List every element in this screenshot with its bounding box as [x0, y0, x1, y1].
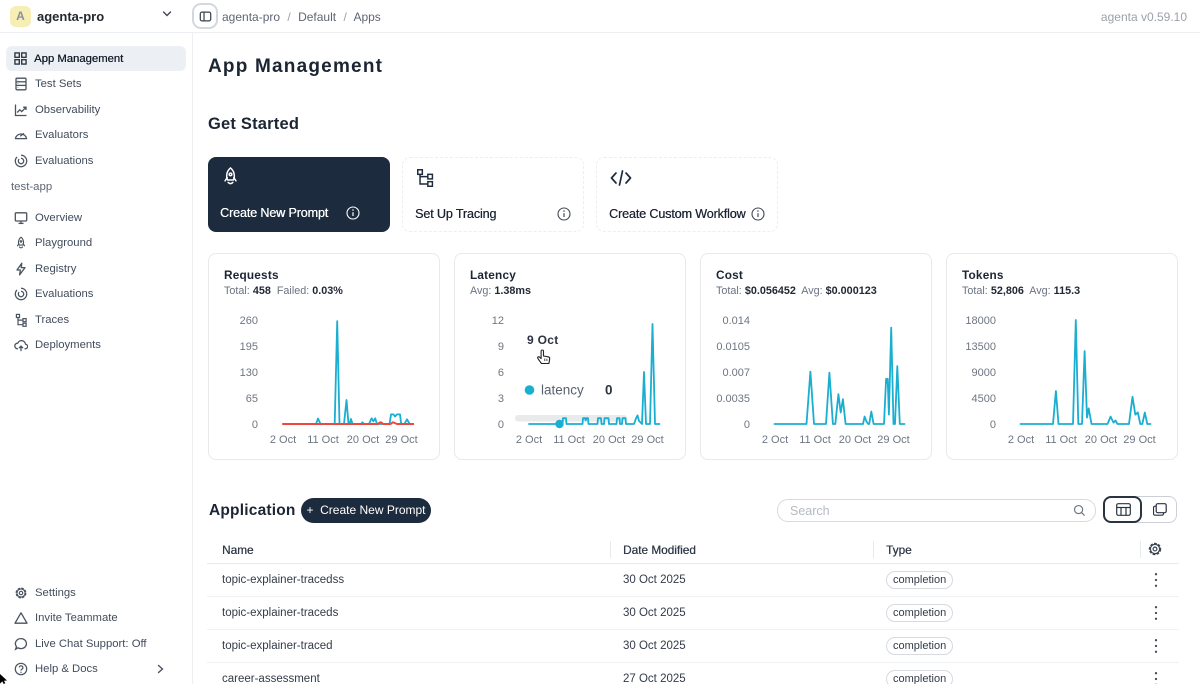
- svg-text:0: 0: [990, 419, 996, 431]
- svg-text:0.0035: 0.0035: [716, 393, 750, 405]
- svg-text:6: 6: [498, 367, 504, 379]
- svg-text:2 Oct: 2 Oct: [516, 434, 542, 446]
- svg-text:0.007: 0.007: [722, 367, 750, 379]
- svg-text:130: 130: [240, 367, 258, 379]
- svg-text:20 Oct: 20 Oct: [347, 434, 379, 446]
- svg-text:0: 0: [744, 419, 750, 431]
- svg-text:29 Oct: 29 Oct: [1123, 434, 1155, 446]
- svg-text:2 Oct: 2 Oct: [270, 434, 296, 446]
- svg-text:0: 0: [498, 419, 504, 431]
- svg-text:260: 260: [240, 315, 258, 327]
- svg-text:29 Oct: 29 Oct: [631, 434, 663, 446]
- svg-text:2 Oct: 2 Oct: [762, 434, 788, 446]
- svg-text:9000: 9000: [972, 367, 996, 379]
- svg-text:11 Oct: 11 Oct: [799, 434, 831, 446]
- svg-text:latency: latency: [541, 383, 584, 398]
- svg-text:11 Oct: 11 Oct: [307, 434, 339, 446]
- svg-text:0.0105: 0.0105: [716, 341, 750, 353]
- svg-text:29 Oct: 29 Oct: [385, 434, 417, 446]
- svg-text:3: 3: [498, 393, 504, 405]
- svg-text:20 Oct: 20 Oct: [839, 434, 871, 446]
- svg-text:0: 0: [252, 419, 258, 431]
- svg-text:18000: 18000: [965, 315, 996, 327]
- svg-text:9: 9: [498, 341, 504, 353]
- svg-text:2 Oct: 2 Oct: [1008, 434, 1034, 446]
- svg-text:12: 12: [492, 315, 504, 327]
- svg-text:11 Oct: 11 Oct: [553, 434, 585, 446]
- svg-text:195: 195: [240, 341, 258, 353]
- svg-text:20 Oct: 20 Oct: [593, 434, 625, 446]
- svg-text:29 Oct: 29 Oct: [877, 434, 909, 446]
- svg-text:4500: 4500: [972, 393, 996, 405]
- svg-text:20 Oct: 20 Oct: [1085, 434, 1117, 446]
- svg-text:0.014: 0.014: [722, 315, 750, 327]
- svg-text:65: 65: [246, 393, 258, 405]
- svg-text:11 Oct: 11 Oct: [1045, 434, 1077, 446]
- svg-text:0: 0: [605, 383, 613, 398]
- svg-text:9 Oct: 9 Oct: [527, 333, 559, 347]
- svg-text:13500: 13500: [965, 341, 996, 353]
